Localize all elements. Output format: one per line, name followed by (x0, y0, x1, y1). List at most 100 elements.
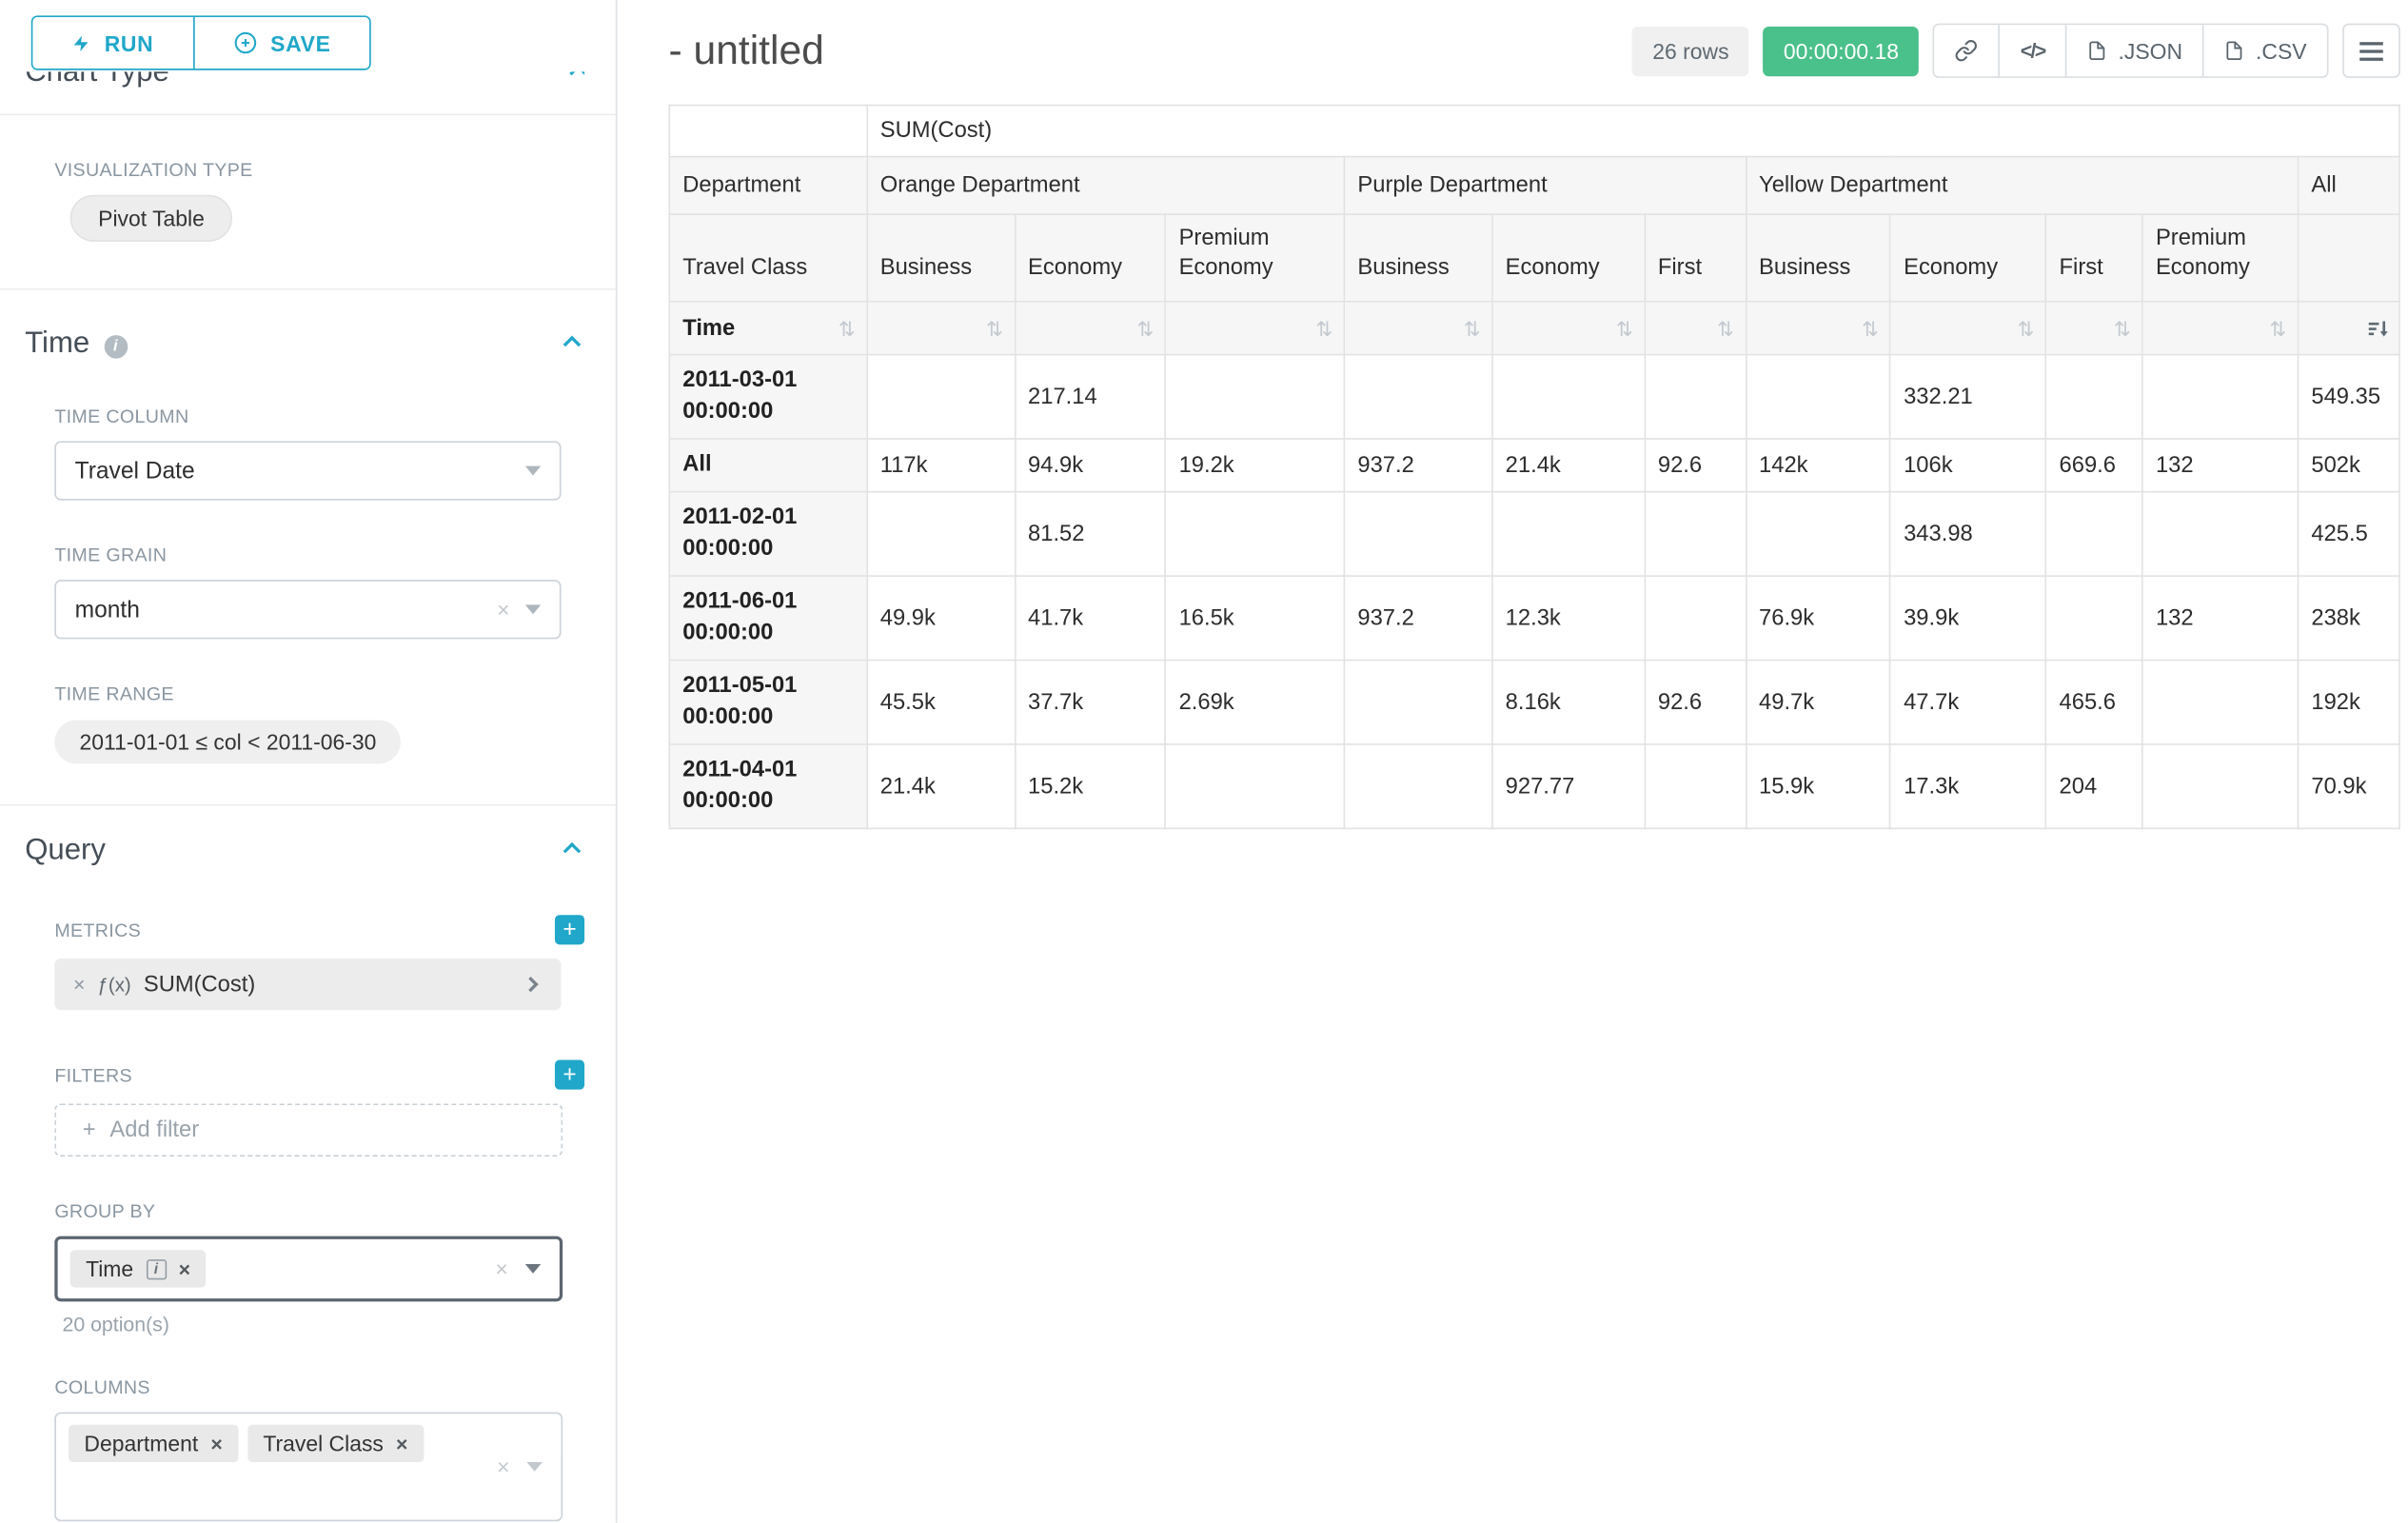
sort-toggle-icon[interactable]: ⇅ (2114, 318, 2131, 338)
chart-panel: - untitled 26 rows 00:00:00.18 </> .JSON (617, 0, 2408, 1523)
sort-toggle-icon[interactable]: ⇅ (2017, 318, 2034, 338)
file-icon (2087, 39, 2107, 63)
row-header: 2011-02-01 00:00:00 (669, 492, 867, 576)
sort-descending-icon[interactable] (2367, 318, 2387, 338)
sort-toggle-icon[interactable]: ⇅ (839, 318, 856, 338)
data-cell: 217.14 (1015, 355, 1166, 439)
remove-tag-icon[interactable]: × (396, 1434, 407, 1454)
action-button-row: RUN SAVE (0, 0, 616, 70)
time-row-axis-header[interactable]: Time⇅ (669, 302, 867, 355)
data-cell: 12.3k (1492, 576, 1645, 660)
time-grain-label: TIME GRAIN (54, 544, 561, 566)
sort-toggle-icon[interactable]: ⇅ (2269, 318, 2286, 338)
filters-label-row: FILTERS + (54, 1060, 584, 1090)
corner-cell (669, 106, 867, 157)
pivot-row: 2011-03-01 00:00:00217.14332.21549.35 (669, 355, 2399, 439)
data-cell: 117k (867, 439, 1015, 492)
add-filter-plus-button[interactable]: + (555, 1060, 584, 1090)
selected-option-tag[interactable]: Department× (69, 1425, 238, 1462)
clear-icon[interactable]: × (497, 597, 525, 622)
clear-all-icon[interactable]: × (495, 1256, 507, 1281)
sortable-column-header[interactable]: ⇅ (1492, 302, 1645, 355)
time-grain-select[interactable]: month × (54, 580, 561, 639)
sortable-column-header[interactable]: ⇅ (1645, 302, 1746, 355)
sortable-column-header[interactable]: ⇅ (867, 302, 1015, 355)
travel-class-header: First (1645, 214, 1746, 302)
sortable-column-header[interactable]: ⇅ (2046, 302, 2142, 355)
menu-button[interactable] (2342, 24, 2400, 78)
group-by-select[interactable]: Timei× × (54, 1236, 563, 1302)
data-cell (2046, 576, 2142, 660)
time-column-select[interactable]: Travel Date (54, 441, 561, 500)
chevron-right-icon (523, 977, 538, 992)
data-cell: 49.9k (867, 576, 1015, 660)
data-cell: 81.52 (1015, 492, 1166, 576)
time-section-header[interactable]: Time i (25, 327, 584, 362)
data-cell: 192k (2298, 660, 2399, 743)
department-group-header: Purple Department (1344, 157, 1746, 215)
export-json-button[interactable]: .JSON (2065, 25, 2202, 76)
data-cell (1492, 355, 1645, 439)
sortable-column-header[interactable]: ⇅ (1746, 302, 1890, 355)
data-cell: 2.69k (1166, 660, 1345, 743)
selected-option-tag[interactable]: Timei× (70, 1250, 207, 1287)
clear-all-icon[interactable]: × (497, 1454, 509, 1479)
run-button[interactable]: RUN (32, 17, 192, 69)
row-header: 2011-06-01 00:00:00 (669, 576, 867, 660)
row-header: 2011-03-01 00:00:00 (669, 355, 867, 439)
remove-tag-icon[interactable]: × (179, 1258, 190, 1278)
collapse-chevron-icon (569, 71, 584, 82)
sort-toggle-icon[interactable]: ⇅ (1717, 318, 1734, 338)
json-label: .JSON (2119, 38, 2183, 63)
data-cell: 343.98 (1890, 492, 2045, 576)
data-cell: 106k (1890, 439, 2045, 492)
data-cell: 332.21 (1890, 355, 2045, 439)
remove-metric-icon[interactable]: × (73, 973, 85, 997)
chart-title[interactable]: - untitled (669, 27, 824, 75)
export-csv-button[interactable]: .CSV (2202, 25, 2326, 76)
selected-option-tag[interactable]: Travel Class× (247, 1425, 424, 1462)
sortable-column-header[interactable]: ⇅ (1015, 302, 1166, 355)
time-grain-value: month (75, 596, 140, 623)
copy-link-button[interactable] (1935, 25, 1999, 76)
travel-class-header: First (2046, 214, 2142, 302)
chart-type-heading: Chart Type (25, 71, 169, 87)
data-cell: 21.4k (867, 744, 1015, 828)
info-icon[interactable]: i (146, 1258, 166, 1278)
code-icon: </> (2021, 39, 2045, 63)
sorted-column-header[interactable] (2298, 302, 2399, 355)
data-cell (1166, 492, 1345, 576)
data-cell: 669.6 (2046, 439, 2142, 492)
row-header: 2011-05-01 00:00:00 (669, 660, 867, 743)
sortable-column-header[interactable]: ⇅ (1344, 302, 1491, 355)
visualization-type-value[interactable]: Pivot Table (70, 195, 233, 242)
sort-toggle-icon[interactable]: ⇅ (1137, 318, 1155, 338)
department-axis-header: Department (669, 157, 867, 215)
caret-down-icon (525, 1264, 541, 1274)
metric-pill[interactable]: × ƒ(x) SUM(Cost) (54, 959, 561, 1010)
chart-type-section-header[interactable]: Chart Type (25, 71, 584, 98)
data-cell: 238k (2298, 576, 2399, 660)
sortable-column-header[interactable]: ⇅ (1890, 302, 2045, 355)
travel-class-header: Business (867, 214, 1015, 302)
add-metric-button[interactable]: + (555, 915, 584, 944)
sort-toggle-icon[interactable]: ⇅ (1315, 318, 1332, 338)
travel-class-header: Premium Economy (2142, 214, 2298, 302)
sort-toggle-icon[interactable]: ⇅ (1616, 318, 1633, 338)
time-range-value[interactable]: 2011-01-01 ≤ col < 2011-06-30 (54, 721, 401, 764)
sort-toggle-icon[interactable]: ⇅ (1464, 318, 1481, 338)
view-query-button[interactable]: </> (1999, 25, 2065, 76)
time-section-title: Time (25, 327, 89, 362)
sort-toggle-icon[interactable]: ⇅ (986, 318, 1003, 338)
add-filter-button[interactable]: + Add filter (54, 1103, 563, 1157)
columns-select[interactable]: Department×Travel Class× × (54, 1413, 563, 1522)
sortable-column-header[interactable]: ⇅ (1166, 302, 1345, 355)
plus-icon: + (83, 1118, 96, 1142)
remove-tag-icon[interactable]: × (210, 1434, 222, 1454)
save-button[interactable]: SAVE (192, 17, 369, 69)
sort-toggle-icon[interactable]: ⇅ (1862, 318, 1879, 338)
all-column-header: All (2298, 157, 2399, 215)
travel-class-header: Business (1344, 214, 1491, 302)
sortable-column-header[interactable]: ⇅ (2142, 302, 2298, 355)
query-section-header[interactable]: Query (25, 834, 584, 868)
